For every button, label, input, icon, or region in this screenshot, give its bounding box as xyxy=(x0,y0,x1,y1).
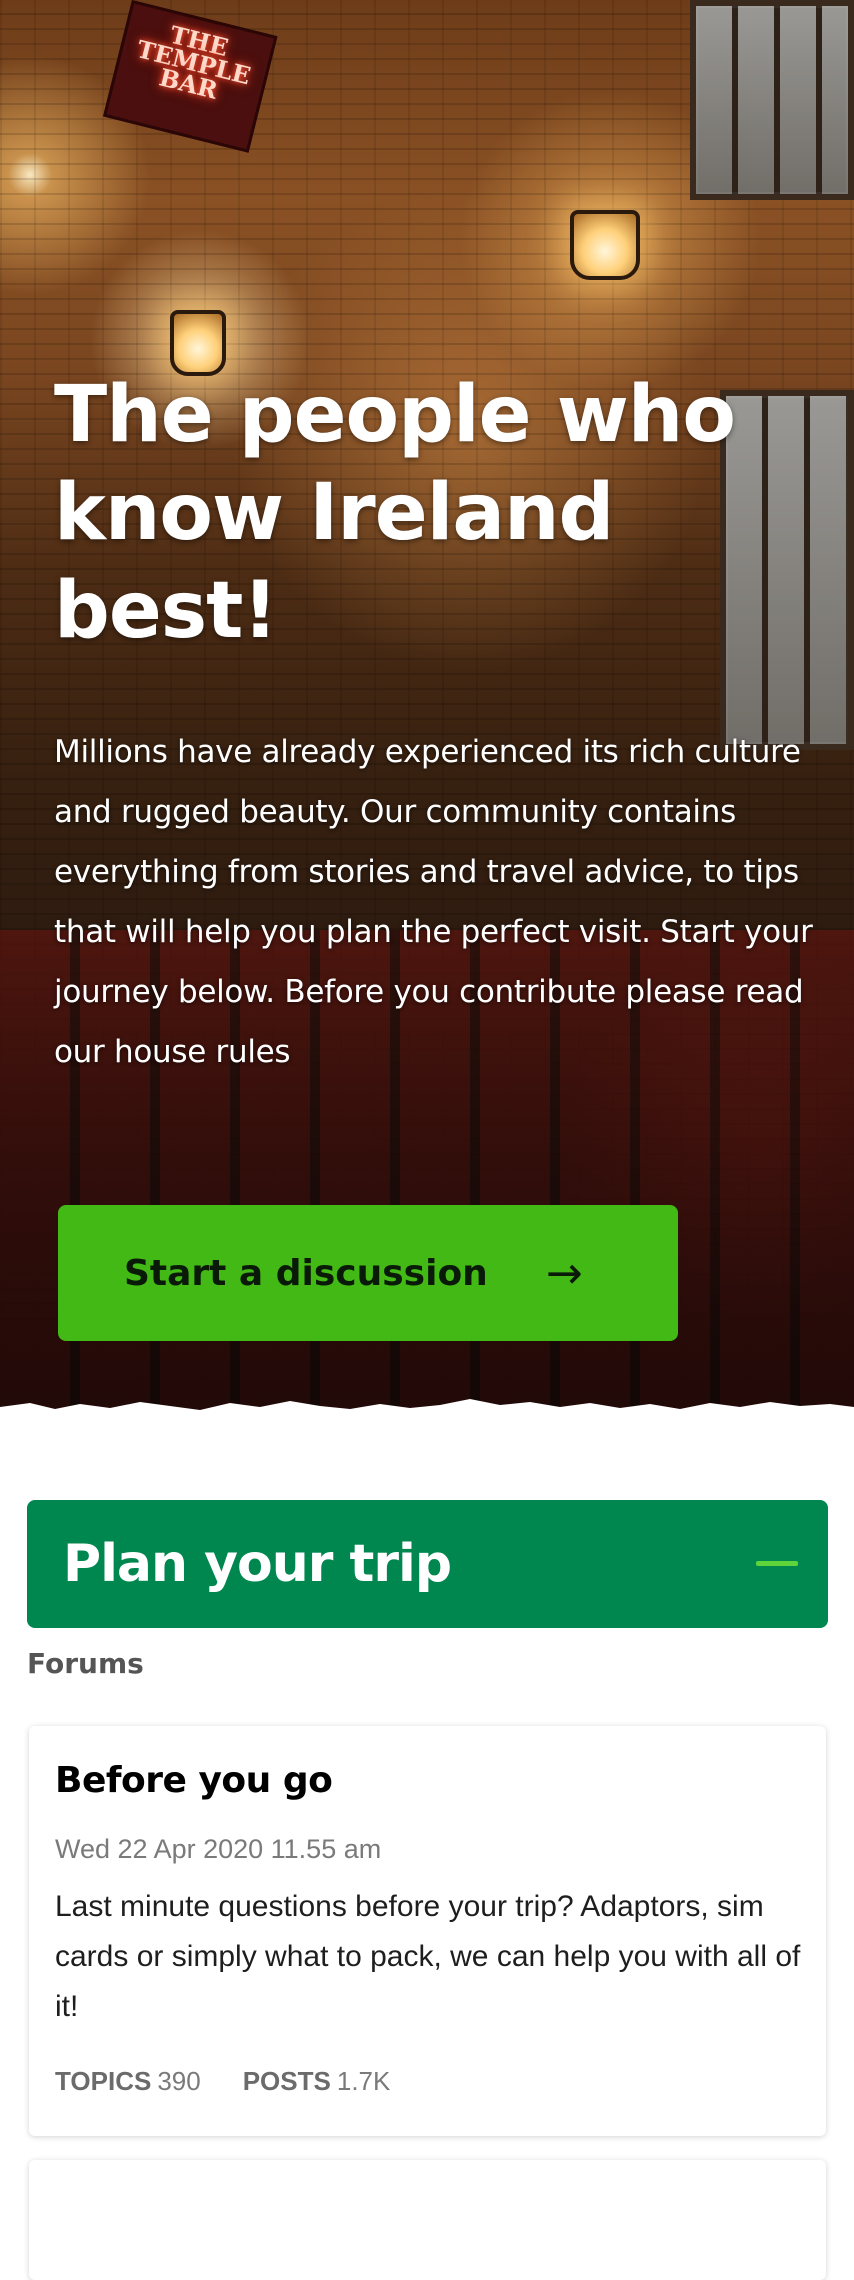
topics-label: TOPICS xyxy=(55,2066,152,2096)
forum-card-next[interactable] xyxy=(29,2160,826,2280)
minus-icon[interactable] xyxy=(756,1561,798,1566)
hero-banner: THE TEMPLE BAR The people who know Irela… xyxy=(0,0,854,1425)
sign-text: THE TEMPLE BAR xyxy=(134,19,254,105)
hero-window-top xyxy=(690,0,854,200)
section-title: Plan your trip xyxy=(63,1534,452,1594)
forum-title[interactable]: Before you go xyxy=(55,1760,333,1801)
hero-title: The people who know Ireland best! xyxy=(54,370,736,656)
start-discussion-label: Start a discussion xyxy=(124,1252,488,1294)
topics-count: 390 xyxy=(157,2066,201,2096)
forums-subheading: Forums xyxy=(27,1647,144,1680)
start-discussion-button[interactable]: Start a discussion → xyxy=(58,1205,678,1341)
forum-date: Wed 22 Apr 2020 11.55 am xyxy=(55,1834,382,1864)
posts-label: POSTS xyxy=(242,2066,331,2096)
posts-count: 1.7K xyxy=(336,2066,391,2096)
plan-your-trip-header[interactable]: Plan your trip xyxy=(27,1500,828,1628)
hero-description: Millions have already experienced its ri… xyxy=(54,734,813,1070)
forum-description: Last minute questions before your trip? … xyxy=(55,1890,801,2023)
torn-edge xyxy=(0,1399,854,1425)
street-lamp xyxy=(570,210,640,280)
forum-card-before-you-go[interactable]: Before you go Wed 22 Apr 2020 11.55 am L… xyxy=(29,1726,826,2136)
forum-stats: TOPICS 390 POSTS 1.7K xyxy=(55,2066,432,2097)
arrow-right-icon: → xyxy=(545,1247,583,1299)
topics-stat: TOPICS 390 xyxy=(55,2066,201,2097)
posts-stat: POSTS 1.7K xyxy=(243,2066,391,2097)
